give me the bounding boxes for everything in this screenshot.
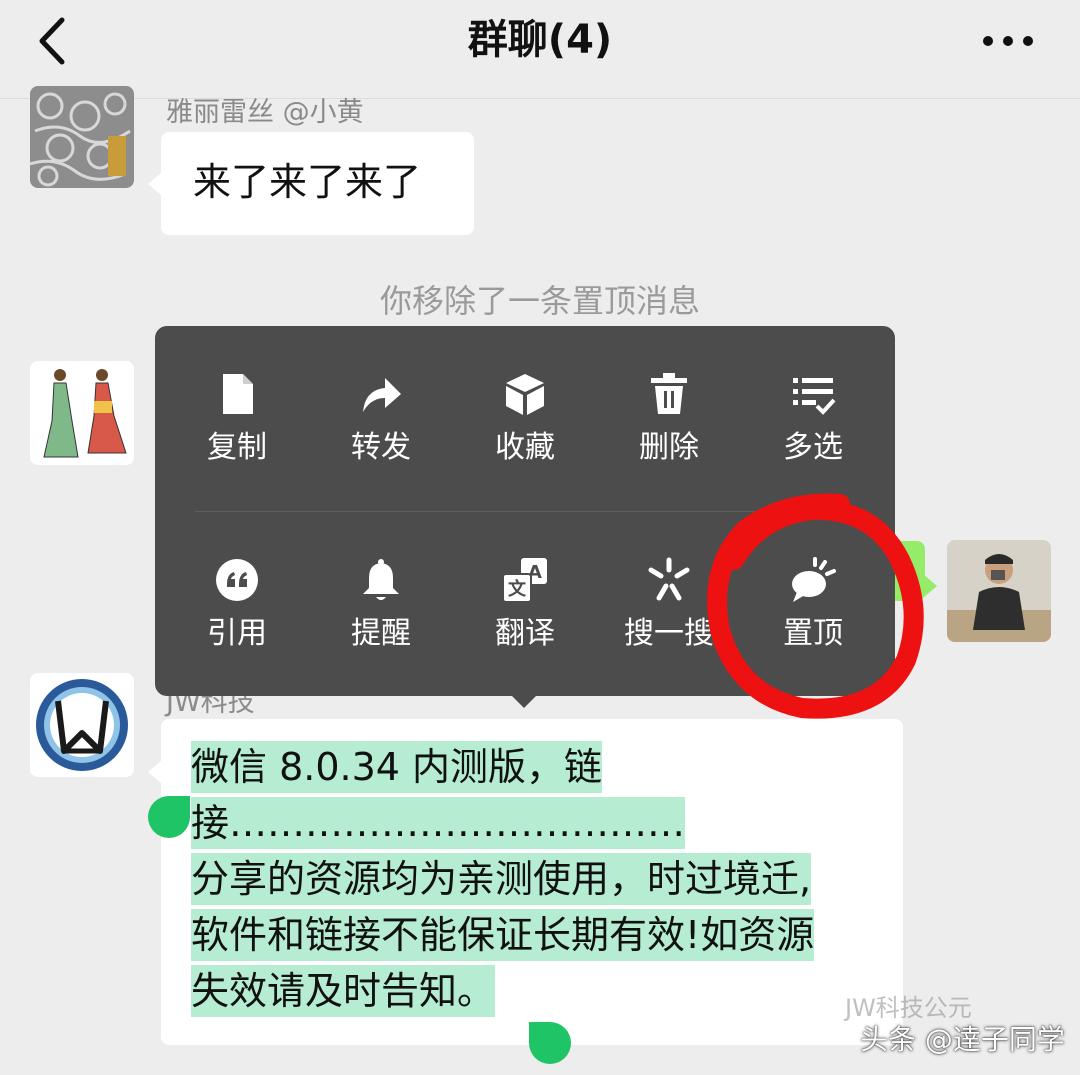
menu-item-multiselect[interactable]: 多选 [741,370,885,490]
selected-line: 微信 8.0.34 内测版，链 [191,741,814,797]
multi-select-icon [793,378,836,415]
avatar[interactable] [30,361,134,465]
menu-divider [195,511,855,512]
menu-item-quote[interactable]: 引用 [165,556,309,676]
selected-line: 分享的资源均为亲测使用，时过境迁, [191,853,814,909]
sender-name: 雅丽雷丝 @小黄 [166,97,364,128]
trash-icon [651,373,687,414]
avatar[interactable] [30,673,134,777]
more-dots-icon[interactable] [980,26,1036,56]
selected-line: 失效请及时告知。 [191,965,814,1021]
selection-start-handle[interactable] [148,796,190,838]
svg-text:文: 文 [508,578,527,600]
green-bubble-edge [895,541,925,601]
forward-icon [363,378,401,412]
user-photo-image [947,540,1051,642]
menu-item-delete[interactable]: 删除 [597,370,741,490]
message-text: 来了来了来了 [193,160,422,204]
bubble-tail [148,760,162,784]
copy-icon [223,374,253,414]
menu-item-forward[interactable]: 转发 [309,370,453,490]
pin-top-icon [792,557,836,602]
menu-item-search[interactable]: 搜一搜 [597,556,741,676]
selected-line: 接……………………………… [191,797,814,853]
search-spark-icon [648,557,690,601]
message-bubble[interactable]: 微信 8.0.34 内测版，链 接……………………………… 分享的资源均为亲测使… [161,719,903,1045]
favorite-box-icon [506,374,544,415]
bubble-tail [923,574,937,598]
lace-avatar-image [30,86,134,188]
bubble-tail [148,172,162,196]
context-menu: 复制 转发 收藏 删除 多选 引用 提醒 A 文 翻译 搜一搜 置顶 [155,326,895,696]
message-bubble[interactable]: 来了来了来了 [161,132,474,235]
selected-text-block[interactable]: 微信 8.0.34 内测版，链 接……………………………… 分享的资源均为亲测使… [191,741,815,1021]
fashion-sketch-image [30,361,134,465]
translate-icon: A 文 [502,558,547,603]
menu-item-pin[interactable]: 置顶 [741,556,885,676]
page-title: 群聊(4) [467,17,613,63]
menu-item-remind[interactable]: 提醒 [309,556,453,676]
avatar[interactable] [30,86,134,188]
menu-item-favorite[interactable]: 收藏 [453,370,597,490]
watermark: 头条 @逹子同学 [860,1023,1065,1056]
avatar[interactable] [947,540,1051,642]
quote-icon [216,559,258,601]
system-notice: 你移除了一条置顶消息 [379,282,700,320]
jw-logo-image [30,673,134,777]
menu-item-copy[interactable]: 复制 [165,370,309,490]
bell-icon [363,559,399,600]
nav-bar: 群聊(4) [0,0,1080,99]
selection-end-handle[interactable] [529,1022,571,1064]
menu-item-translate[interactable]: A 文 翻译 [453,556,597,676]
selected-line: 软件和链接不能保证长期有效!如资源 [191,909,815,965]
menu-pointer [510,694,538,708]
